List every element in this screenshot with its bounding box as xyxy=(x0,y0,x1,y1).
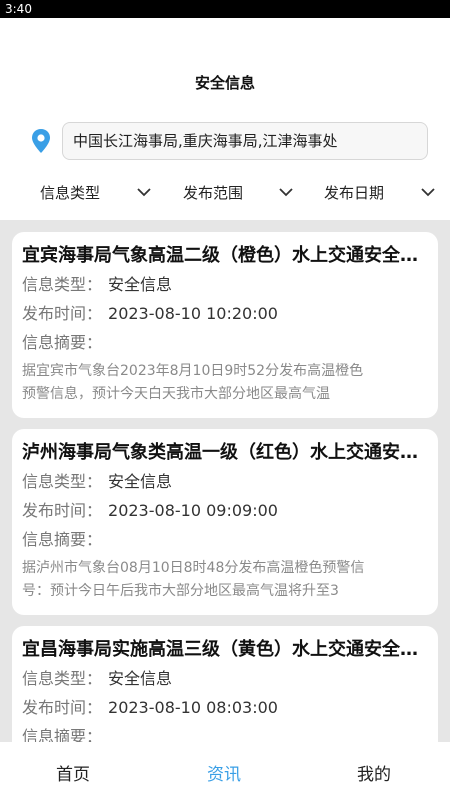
card-summary-label: 信息摘要： xyxy=(22,727,103,742)
chevron-down-icon[interactable] xyxy=(420,184,436,200)
filter-label: 发布范围 xyxy=(183,183,244,202)
field-value: 安全信息 xyxy=(108,275,173,294)
status-bar: 3:40 xyxy=(0,0,450,18)
location-pin-icon[interactable] xyxy=(30,128,52,154)
card-type-row: 信息类型： 安全信息 xyxy=(22,270,428,299)
field-label: 发布时间： xyxy=(22,304,103,323)
card-type-row: 信息类型： 安全信息 xyxy=(22,467,428,496)
summary-line: 据泸州市气象台08月10日8时48分发布高温橙色预警信 xyxy=(22,560,365,576)
filter-label: 发布日期 xyxy=(324,183,385,202)
summary-line: 据宜宾市气象台2023年8月10日9时52分发布高温橙色 xyxy=(22,363,364,379)
filter-info-type[interactable]: 信息类型 xyxy=(40,178,100,206)
chevron-down-icon[interactable] xyxy=(278,184,294,200)
summary-line: 号：预计今日午后我市大部分地区最高气温将升至3 xyxy=(22,583,339,599)
card-title: 宜昌海事局实施高温三级（黄色）水上交通安全预警信息 xyxy=(22,639,428,660)
field-label: 信息类型： xyxy=(22,669,103,688)
filter-label: 信息类型 xyxy=(40,183,101,202)
bottom-nav: 首页 资讯 我的 xyxy=(0,742,450,800)
search-row: 中国长江海事局,重庆海事局,江津海事处 xyxy=(28,122,428,160)
field-label: 信息类型： xyxy=(22,275,103,294)
field-label: 发布时间： xyxy=(22,698,103,717)
list-item[interactable]: 泸州海事局气象类高温一级（红色）水上交通安全预警信息 信息类型： 安全信息 发布时… xyxy=(12,429,438,615)
field-label: 发布时间： xyxy=(22,501,103,520)
nav-home[interactable]: 首页 xyxy=(56,760,90,785)
card-title: 泸州海事局气象类高温一级（红色）水上交通安全预警信息 xyxy=(22,442,428,463)
nav-news[interactable]: 资讯 xyxy=(207,760,241,785)
field-value: 安全信息 xyxy=(108,472,173,491)
card-type-row: 信息类型： 安全信息 xyxy=(22,664,428,693)
card-title: 宜宾海事局气象高温二级（橙色）水上交通安全预警信息 xyxy=(22,245,428,266)
status-time: 3:40 xyxy=(5,2,32,16)
list-item[interactable]: 宜昌海事局实施高温三级（黄色）水上交通安全预警信息 信息类型： 安全信息 发布时间… xyxy=(12,626,438,742)
filter-bar: 信息类型 发布范围 发布日期 xyxy=(0,178,450,206)
filter-publish-scope[interactable]: 发布范围 xyxy=(183,178,243,206)
filter-publish-date[interactable]: 发布日期 xyxy=(324,178,384,206)
card-time-row: 发布时间： 2023-08-10 10:20:00 xyxy=(22,299,428,328)
card-summary-label: 信息摘要： xyxy=(22,333,103,352)
card-time-row: 发布时间： 2023-08-10 08:03:00 xyxy=(22,693,428,722)
card-summary: 据宜宾市气象台2023年8月10日9时52分发布高温橙色 预警信息，预计今天白天… xyxy=(22,360,428,406)
page-title: 安全信息 xyxy=(194,74,255,92)
field-value: 2023-08-10 09:09:00 xyxy=(108,501,278,520)
field-label: 信息类型： xyxy=(22,472,103,491)
nav-mine[interactable]: 我的 xyxy=(357,760,391,785)
card-time-row: 发布时间： 2023-08-10 09:09:00 xyxy=(22,496,428,525)
card-summary: 据泸州市气象台08月10日8时48分发布高温橙色预警信 号：预计今日午后我市大部… xyxy=(22,557,428,603)
field-value: 安全信息 xyxy=(108,669,173,688)
chevron-down-icon[interactable] xyxy=(136,184,152,200)
info-list[interactable]: 宜宾海事局气象高温二级（橙色）水上交通安全预警信息 信息类型： 安全信息 发布时间… xyxy=(0,220,450,742)
field-value: 2023-08-10 08:03:00 xyxy=(108,698,278,717)
list-item[interactable]: 宜宾海事局气象高温二级（橙色）水上交通安全预警信息 信息类型： 安全信息 发布时间… xyxy=(12,232,438,418)
card-summary-label: 信息摘要： xyxy=(22,530,103,549)
search-input[interactable]: 中国长江海事局,重庆海事局,江津海事处 xyxy=(62,122,428,160)
summary-line: 预警信息，预计今天白天我市大部分地区最高气温 xyxy=(22,386,330,402)
field-value: 2023-08-10 10:20:00 xyxy=(108,304,278,323)
